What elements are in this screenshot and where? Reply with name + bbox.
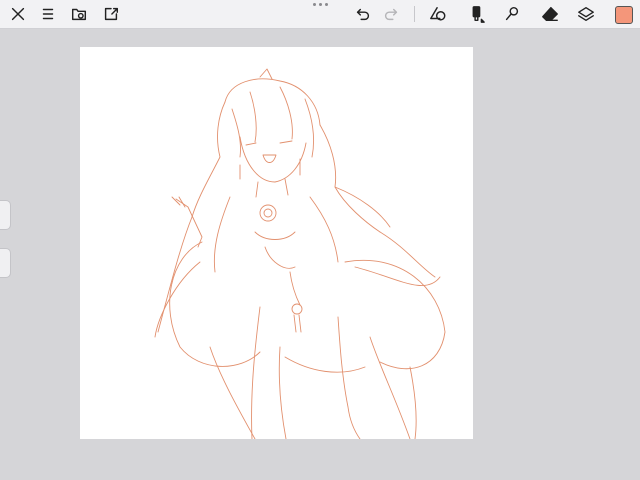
undo-icon[interactable] — [353, 4, 373, 24]
top-toolbar — [0, 0, 640, 29]
import-folder-icon[interactable] — [69, 4, 89, 24]
layers-icon[interactable] — [576, 4, 596, 24]
sketch-drawing — [154, 68, 446, 439]
drawing-canvas[interactable] — [80, 47, 473, 439]
brush-opacity-slider-handle[interactable] — [0, 248, 11, 278]
brush-tool-icon[interactable] — [466, 4, 486, 24]
redo-icon[interactable] — [381, 4, 401, 24]
toolbar-divider — [414, 6, 415, 22]
shape-tool-icon[interactable] — [428, 4, 448, 24]
brush-size-slider-handle[interactable] — [0, 200, 11, 230]
eraser-tool-icon[interactable] — [540, 4, 560, 24]
menu-icon[interactable] — [38, 4, 58, 24]
close-icon[interactable] — [8, 4, 28, 24]
toolbar-grabber[interactable] — [308, 3, 332, 11]
current-color-swatch[interactable] — [615, 6, 633, 24]
smudge-tool-icon[interactable] — [502, 4, 522, 24]
export-share-icon[interactable] — [101, 4, 121, 24]
